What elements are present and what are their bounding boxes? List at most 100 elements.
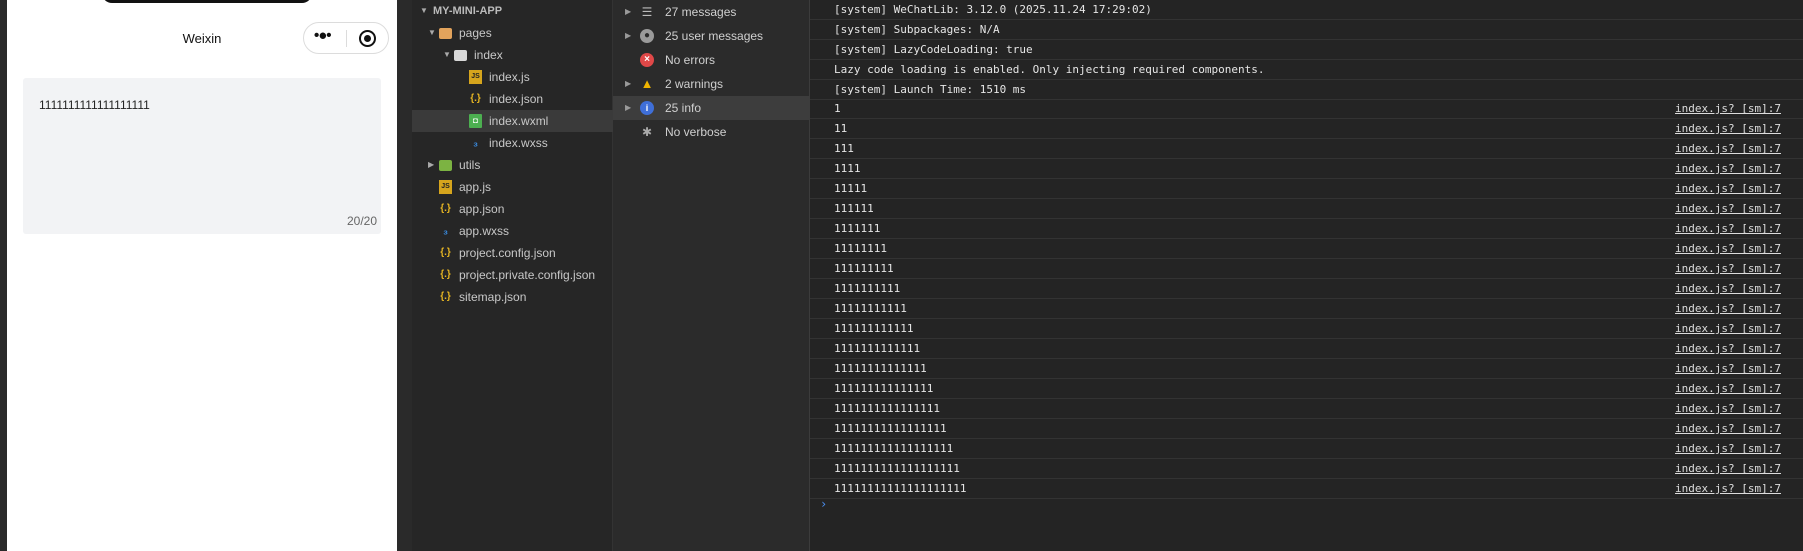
console-source-link[interactable]: index.js? [sm]:7 <box>1675 459 1781 478</box>
console-message: 1 <box>834 102 841 115</box>
console-prompt-input[interactable]: › <box>820 497 827 511</box>
textarea[interactable]: 1111111111111111111 20/20 <box>23 78 381 234</box>
console-source-link[interactable]: index.js? [sm]:7 <box>1675 179 1781 198</box>
console-log-row: 111 index.js? [sm]:7 <box>810 139 1803 159</box>
tree-root[interactable]: ▼ MY-MINI-APP <box>412 0 613 22</box>
tree-item[interactable]: {.} index.json <box>412 88 613 110</box>
console-source-link[interactable]: index.js? [sm]:7 <box>1675 479 1781 498</box>
console-system-line: [system] LazyCodeLoading: true <box>810 40 1803 60</box>
info-icon: i <box>640 101 654 115</box>
tree-item[interactable]: JS app.js <box>412 176 613 198</box>
console-message: 111111111111111 <box>834 382 934 395</box>
tree-item[interactable]: JS index.js <box>412 66 613 88</box>
tree-item[interactable]: ₃ index.wxss <box>412 132 613 154</box>
console-filter-item[interactable]: × No errors <box>613 48 810 72</box>
console-log-row: 1111 index.js? [sm]:7 <box>810 159 1803 179</box>
tree-item[interactable]: {.} app.json <box>412 198 613 220</box>
console-log-row: 11 index.js? [sm]:7 <box>810 119 1803 139</box>
tree-item[interactable]: ▶ utils <box>412 154 613 176</box>
console-log-row: 111111111111111 index.js? [sm]:7 <box>810 379 1803 399</box>
chevron-down-icon[interactable]: ▼ <box>443 44 451 66</box>
console-filter-label: No errors <box>665 53 716 67</box>
tree-item[interactable]: ◘ index.wxml <box>412 110 613 132</box>
tree-item[interactable]: ₃ app.wxss <box>412 220 613 242</box>
js-file-icon: JS <box>469 70 482 84</box>
tree-item[interactable]: ▼ index <box>412 44 613 66</box>
console-source-link[interactable]: index.js? [sm]:7 <box>1675 379 1781 398</box>
tree-item-label: app.wxss <box>459 224 510 238</box>
tree-item-label: app.js <box>459 180 492 194</box>
console-source-link[interactable]: index.js? [sm]:7 <box>1675 139 1781 158</box>
tree-item-label: index <box>474 48 503 62</box>
chevron-right-icon[interactable]: ▶ <box>625 0 631 24</box>
console-source-link[interactable]: index.js? [sm]:7 <box>1675 359 1781 378</box>
console-source-link[interactable]: index.js? [sm]:7 <box>1675 119 1781 138</box>
tree-item-label: index.json <box>489 92 544 106</box>
more-icon[interactable]: •●• <box>314 27 332 44</box>
console-source-link[interactable]: index.js? [sm]:7 <box>1675 99 1781 118</box>
panel-separator[interactable] <box>397 0 412 551</box>
tree-item[interactable]: {.} project.private.config.json <box>412 264 613 286</box>
console-source-link[interactable]: index.js? [sm]:7 <box>1675 439 1781 458</box>
json-file-icon: {.} <box>440 247 451 258</box>
chevron-right-icon[interactable]: ▶ <box>428 154 434 176</box>
console-log-row: 1111111111111 index.js? [sm]:7 <box>810 339 1803 359</box>
console-message: [system] Subpackages: N/A <box>834 23 1000 36</box>
console-source-link[interactable]: index.js? [sm]:7 <box>1675 299 1781 318</box>
console-message: [system] LazyCodeLoading: true <box>834 43 1033 56</box>
console-message: 1111111111111 <box>834 342 921 355</box>
console-log-row: 1 index.js? [sm]:7 <box>810 99 1803 119</box>
chevron-down-icon: ▼ <box>420 6 428 15</box>
json-file-icon: {.} <box>440 269 451 280</box>
open-folder-icon <box>454 50 467 61</box>
tree-item[interactable]: {.} sitemap.json <box>412 286 613 308</box>
console-log-row: 1111111111111111 index.js? [sm]:7 <box>810 399 1803 419</box>
close-capsule-icon[interactable] <box>359 30 376 47</box>
console-source-link[interactable]: index.js? [sm]:7 <box>1675 219 1781 238</box>
console-message: 11111111111111 <box>834 362 927 375</box>
textarea-value: 1111111111111111111 <box>39 98 150 112</box>
console-filter-label: 27 messages <box>665 5 737 19</box>
console-filter-item[interactable]: ▶ ☰ 27 messages <box>613 0 810 24</box>
simulator-panel: Weixin •●• 1111111111111111111 20/20 <box>7 0 397 551</box>
console-log-row: 111111111 index.js? [sm]:7 <box>810 259 1803 279</box>
json-file-icon: {.} <box>440 203 451 214</box>
console-filter-item[interactable]: ✱ No verbose <box>613 120 810 144</box>
console-message: [system] Launch Time: 1510 ms <box>834 83 1027 96</box>
tree-item[interactable]: {.} project.config.json <box>412 242 613 264</box>
console-log-row: 11111 index.js? [sm]:7 <box>810 179 1803 199</box>
js-file-icon: JS <box>439 180 452 194</box>
wxss-file-icon: ₃ <box>442 225 449 237</box>
console-filter-label: 25 info <box>665 101 702 115</box>
chevron-right-icon[interactable]: ▶ <box>625 72 631 96</box>
console-message: Lazy code loading is enabled. Only injec… <box>834 63 1265 76</box>
tree-item[interactable]: ▼ pages <box>412 22 613 44</box>
console-source-link[interactable]: index.js? [sm]:7 <box>1675 279 1781 298</box>
folder-icon <box>439 28 452 39</box>
console-source-link[interactable]: index.js? [sm]:7 <box>1675 239 1781 258</box>
console-message: 111111111111111111 <box>834 442 954 455</box>
console-message: 11 <box>834 122 848 135</box>
console-source-link[interactable]: index.js? [sm]:7 <box>1675 419 1781 438</box>
console-source-link[interactable]: index.js? [sm]:7 <box>1675 319 1781 338</box>
console-filter-item[interactable]: ▶ ▲ 2 warnings <box>613 72 810 96</box>
console-log-row: 1111111111111111111 index.js? [sm]:7 <box>810 459 1803 479</box>
console-filter-sidebar: ▶ ☰ 27 messages ▶ ● 25 user messages × No error… <box>613 0 810 551</box>
chevron-down-icon[interactable]: ▼ <box>428 22 436 44</box>
chevron-right-icon[interactable]: ▶ <box>625 24 631 48</box>
chevron-right-icon[interactable]: ▶ <box>625 96 631 120</box>
tree-item-label: index.wxml <box>489 114 549 128</box>
console-filter-item[interactable]: ▶ i 25 info <box>613 96 810 120</box>
console-source-link[interactable]: index.js? [sm]:7 <box>1675 259 1781 278</box>
console-filter-label: No verbose <box>665 125 727 139</box>
console-filter-item[interactable]: ▶ ● 25 user messages <box>613 24 810 48</box>
tree-item-label: index.js <box>489 70 530 84</box>
console-source-link[interactable]: index.js? [sm]:7 <box>1675 199 1781 218</box>
console-message: 11111 <box>834 182 868 195</box>
console-message: 11111111111 <box>834 302 907 315</box>
console-source-link[interactable]: index.js? [sm]:7 <box>1675 399 1781 418</box>
console-message: 111111 <box>834 202 874 215</box>
console-source-link[interactable]: index.js? [sm]:7 <box>1675 339 1781 358</box>
console-source-link[interactable]: index.js? [sm]:7 <box>1675 159 1781 178</box>
phone-notch <box>102 0 312 3</box>
